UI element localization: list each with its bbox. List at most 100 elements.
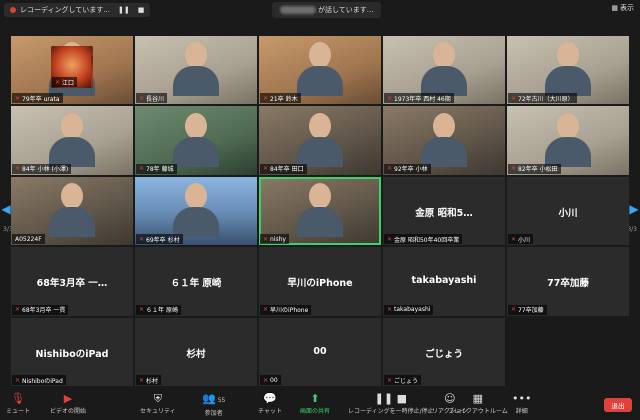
microphone-muted-icon: 🎙 <box>11 392 25 405</box>
recording-text: レコーディングしています... <box>20 6 110 14</box>
participant-tile[interactable]: 小川 ✕ 小川 <box>507 176 629 246</box>
participant-name-label: takabayashi <box>394 306 431 314</box>
participant-tile[interactable]: ✕ 21卒 鈴木 <box>259 36 381 105</box>
microphone-muted-icon: ✕ <box>139 165 145 173</box>
leave-meeting-button[interactable]: 退出 <box>604 398 632 412</box>
participant-name-label: 68年3月卒 一貫 <box>22 307 66 315</box>
view-label: 表示 <box>620 4 634 12</box>
participant-nameplate: ✕ 82年卒 小松田 <box>508 163 561 174</box>
pause-recording-icon[interactable]: ❚❚ <box>118 6 130 14</box>
participant-tile[interactable]: 杉村 ✕ 杉村 <box>135 317 257 386</box>
participants-button[interactable]: 👥 55 参加者 <box>202 392 225 417</box>
next-page-arrow-icon[interactable]: ▶ <box>629 200 639 218</box>
chat-button[interactable]: 💬 チャット <box>258 392 282 415</box>
participant-name-label: 69年卒 杉村 <box>146 236 180 244</box>
participant-name-label: 82年卒 小松田 <box>518 166 558 174</box>
participant-nameplate: ✕ 杉村 <box>136 375 162 385</box>
participant-name-label: 1973年卒 西村 46期 <box>394 95 451 103</box>
participant-tile[interactable]: 00 ✕ 00 <box>259 317 381 386</box>
microphone-muted-icon: ✕ <box>511 165 517 173</box>
participant-nameplate: ✕ 早川のiPhone <box>260 304 312 315</box>
microphone-muted-icon: ✕ <box>263 306 269 314</box>
participant-video <box>173 42 219 97</box>
mute-button[interactable]: 🎙 ミュート <box>6 392 30 415</box>
participant-tile[interactable]: ✕ nishy <box>259 176 381 246</box>
participant-tile[interactable]: ✕ 72年古川（大川原） <box>507 36 629 105</box>
grid-icon: ▦ <box>611 4 618 12</box>
more-button[interactable]: ••• 詳細 <box>512 392 531 415</box>
participant-name-label: ６１年 原崎 <box>146 307 178 315</box>
microphone-muted-icon: ✕ <box>387 235 393 243</box>
participant-nameplate: ✕ 79年卒 urata <box>12 93 63 104</box>
participant-name-label: 21卒 鈴木 <box>270 95 298 103</box>
participant-name-label: 江口 <box>62 79 75 87</box>
share-screen-button[interactable]: ⬆ 画面の共有 <box>300 392 330 415</box>
participant-tile[interactable]: ✕ 69年卒 杉村 <box>135 176 257 246</box>
participant-video <box>297 42 343 97</box>
microphone-muted-icon: ✕ <box>511 306 517 314</box>
microphone-muted-icon: ✕ <box>387 94 393 102</box>
participant-tile[interactable]: ✕ 84年卒 田口 <box>259 106 381 175</box>
participant-tile[interactable]: 68年3月卒 一… ✕ 68年3月卒 一貫 <box>11 247 133 316</box>
participant-name-label: 77卒加藤 <box>518 307 544 315</box>
recording-indicator[interactable]: レコーディングしています... ❚❚ ■ <box>4 3 151 17</box>
participant-display-name: NishiboのiPad <box>35 348 109 360</box>
gallery-grid: ✕ 79年卒 urata ✕ 長谷川 ✕ 21卒 鈴木 ✕ 1973年卒 西村 46期 ✕ 72年… <box>11 36 629 386</box>
microphone-muted-icon: ✕ <box>15 165 21 173</box>
view-button[interactable]: ▦ 表示 <box>611 3 634 13</box>
participant-tile[interactable]: A05224F <box>11 176 133 246</box>
microphone-muted-icon: ✕ <box>511 235 517 243</box>
participant-name-label: NishiboのiPad <box>22 377 63 385</box>
microphone-muted-icon: ✕ <box>511 94 517 102</box>
more-icon: ••• <box>512 392 532 405</box>
previous-page-arrow-icon[interactable]: ◀ <box>1 200 11 218</box>
participant-nameplate: ✕ 金原 昭和50年40回卒業 <box>384 234 463 245</box>
participant-nameplate: ✕ 78年 藤城 <box>136 163 177 174</box>
participant-tile[interactable]: takabayashi ✕ takabayashi <box>383 247 505 316</box>
participant-video <box>421 42 467 97</box>
participant-video <box>297 183 343 238</box>
microphone-muted-icon: ✕ <box>15 306 21 314</box>
participant-name-label: 78年 藤城 <box>146 166 174 174</box>
microphone-muted-icon: ✕ <box>263 94 269 102</box>
participant-tile[interactable]: ✕ 92年卒 小林 <box>383 106 505 175</box>
participant-tile[interactable]: ✕ 84年 小林 (小澤) <box>11 106 133 175</box>
participant-tile[interactable]: ごじょう ✕ ごじょう <box>383 317 505 386</box>
microphone-muted-icon: ✕ <box>139 235 145 243</box>
participant-tile[interactable]: 77卒加藤 ✕ 77卒加藤 <box>507 247 629 316</box>
speaker-name-redacted <box>280 6 316 14</box>
participant-name-label: 79年卒 urata <box>22 95 60 103</box>
participant-tile[interactable]: ✕ 78年 藤城 <box>135 106 257 175</box>
stop-recording-icon[interactable]: ■ <box>138 6 145 14</box>
participant-tile[interactable]: ✕ 1973年卒 西村 46期 <box>383 36 505 105</box>
participant-name-label: ごじょう <box>394 377 419 385</box>
participant-video <box>545 42 591 97</box>
participant-tile[interactable]: NishiboのiPad ✕ NishiboのiPad <box>11 317 133 386</box>
participant-tile[interactable]: ✕ 江口 <box>51 46 93 88</box>
participant-display-name: takabayashi <box>411 275 477 287</box>
profile-picture <box>91 56 93 88</box>
participant-tile[interactable]: 金原 昭和5… ✕ 金原 昭和50年40回卒業 <box>383 176 505 246</box>
speaking-text: が話しています... <box>318 6 374 14</box>
participant-video <box>297 112 343 167</box>
participant-nameplate: ✕ 21卒 鈴木 <box>260 93 301 104</box>
breakout-rooms-button[interactable]: ▦ ブレイクアウトルーム <box>448 392 508 415</box>
security-button[interactable]: ⛨ セキュリティ <box>140 392 176 415</box>
participant-nameplate: ✕ 長谷川 <box>136 93 168 104</box>
participant-nameplate: ✕ 小川 <box>508 234 534 245</box>
start-video-button[interactable]: ▶ ビデオの開始 <box>50 392 86 415</box>
participant-name-label: 早川のiPhone <box>270 307 309 315</box>
participant-tile[interactable]: ✕ 82年卒 小松田 <box>507 106 629 175</box>
participant-nameplate: ✕ 68年3月卒 一貫 <box>12 304 69 315</box>
participant-video <box>545 112 591 167</box>
participant-tile[interactable]: ✕ 長谷川 <box>135 36 257 105</box>
participant-name-label: 金原 昭和50年40回卒業 <box>394 236 460 244</box>
participant-video <box>421 112 467 167</box>
participant-nameplate: ✕ 84年 小林 (小澤) <box>12 163 72 174</box>
participants-icon: 👥 55 <box>202 392 226 405</box>
recording-control-button[interactable]: ❚❚ ■ レコーディングを一時停止/停止 <box>348 392 434 415</box>
microphone-muted-icon: ✕ <box>139 376 145 384</box>
microphone-muted-icon: ✕ <box>387 376 393 384</box>
participant-tile[interactable]: 早川のiPhone ✕ 早川のiPhone <box>259 247 381 316</box>
participant-tile[interactable]: ６１年 原崎 ✕ ６１年 原崎 <box>135 247 257 316</box>
